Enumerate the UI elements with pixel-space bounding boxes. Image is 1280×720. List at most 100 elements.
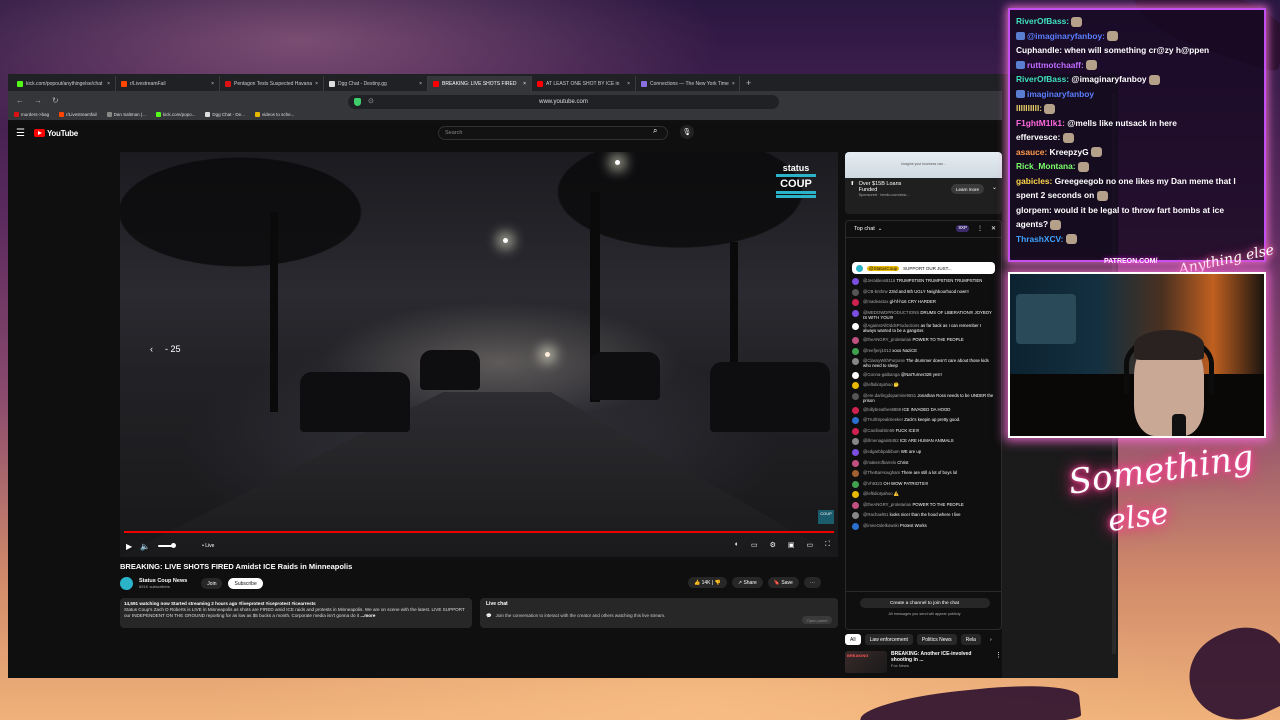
chat-message[interactable]: @illmenagain5452 ICE ARE HUMAN ANIMALS xyxy=(852,438,995,446)
address-bar[interactable]: ⊙ www.youtube.com xyxy=(348,95,779,109)
filter-chip[interactable]: All xyxy=(845,634,861,645)
user-avatar[interactable] xyxy=(852,309,859,317)
forward-icon[interactable]: → xyxy=(34,96,42,105)
chat-author[interactable]: @CardinalSin69 xyxy=(863,428,894,433)
settings-icon[interactable]: ⚙ xyxy=(770,541,776,549)
user-avatar[interactable] xyxy=(852,438,859,446)
user-avatar[interactable] xyxy=(852,459,859,467)
chat-message[interactable]: @Vh9323 OH WOW PATRIOTS!!! xyxy=(852,480,995,488)
lock-icon[interactable]: ⊙ xyxy=(368,97,374,105)
video-player[interactable]: status COUP COUP ‹ - 25 ▶ 🔈 • Live ◐ ▭ ⚙… xyxy=(120,152,838,557)
user-avatar[interactable] xyxy=(852,299,859,307)
close-tab-icon[interactable]: × xyxy=(107,81,110,87)
chat-message[interactable]: @makerofbarrels Christ xyxy=(852,459,995,467)
close-icon[interactable]: ✕ xyxy=(991,225,996,232)
user-avatar[interactable] xyxy=(852,523,859,531)
user-avatar[interactable] xyxy=(852,512,859,520)
user-avatar[interactable] xyxy=(852,448,859,456)
chevron-down-icon[interactable]: ⌄ xyxy=(992,184,997,191)
browser-tab[interactable]: Dgg Chat - Destiny.gg × xyxy=(324,76,428,91)
chat-author[interactable]: @TruthSpeakSeeker xyxy=(863,417,903,422)
chat-message[interactable]: @TheBarHougham There are still a lot of … xyxy=(852,470,995,478)
browser-tab[interactable]: r/LivestreamFail × xyxy=(116,76,220,91)
subtitles-icon[interactable]: ▭ xyxy=(751,541,758,549)
chat-message[interactable]: @ere.darlingdopamine9551 Jonathan Ross n… xyxy=(852,392,995,403)
sponsored-ad[interactable]: Imagine your business can... ⬆ Over $15B… xyxy=(845,152,1002,214)
bookmark-item[interactable]: r/Livestreamfail xyxy=(59,112,97,117)
user-avatar[interactable] xyxy=(852,336,859,344)
user-avatar[interactable] xyxy=(852,382,859,390)
chat-message[interactable]: @CardinalSin69 FUCK ICE!!! xyxy=(852,427,995,435)
chat-message[interactable]: @leftidiotyahoo 🤔 xyxy=(852,382,995,390)
bookmark-item[interactable]: Dgg Chat - De... xyxy=(205,112,245,117)
chevron-down-icon[interactable]: ⌄ xyxy=(878,226,883,232)
chat-message[interactable]: @leftidiotyahoo ⚠️ xyxy=(852,491,995,499)
browser-tab[interactable]: BREAKING: LIVE SHOTS FIRED × xyxy=(428,76,532,91)
user-avatar[interactable] xyxy=(852,358,859,366)
points-badge[interactable]: 9XP xyxy=(956,225,969,232)
user-avatar[interactable] xyxy=(852,392,859,400)
join-button[interactable]: Join xyxy=(201,578,223,589)
channel-avatar[interactable] xyxy=(120,577,133,590)
chat-message[interactable]: @CB-bnthrw 23rd and 6th UGLY Neighboorho… xyxy=(852,288,995,296)
user-avatar[interactable] xyxy=(852,501,859,509)
bookmark-item[interactable]: kick.com/popo... xyxy=(155,112,195,117)
miniplayer-icon[interactable]: ▣ xyxy=(788,541,795,549)
top-chat-dropdown[interactable]: Top chat xyxy=(854,226,875,232)
chat-author[interactable]: @RachaelB1 xyxy=(863,512,888,517)
save-button[interactable]: 🔖 Save xyxy=(767,577,799,588)
create-channel-button[interactable]: Create a channel to join the chat xyxy=(859,598,990,608)
chat-author[interactable]: @reefjenj1013 xyxy=(863,348,891,353)
chat-message[interactable]: @theANGRY_proletarian POWER TO THE PEOPL… xyxy=(852,336,995,344)
thumbs-down-icon[interactable]: 👎 xyxy=(715,580,721,586)
new-tab-button[interactable]: + xyxy=(746,78,751,88)
share-button[interactable]: ↗ Share xyxy=(731,577,763,588)
more-options-icon[interactable]: ⋮ xyxy=(995,651,1002,675)
live-indicator[interactable]: • Live xyxy=(202,543,214,549)
user-avatar[interactable] xyxy=(852,371,859,379)
fullscreen-icon[interactable]: ⛶ xyxy=(825,541,830,549)
menu-icon[interactable]: ☰ xyxy=(16,128,25,139)
volume-slider[interactable] xyxy=(158,543,177,548)
chat-author[interactable]: @madeastox xyxy=(863,299,888,304)
chat-message[interactable]: @AgainstAllOddsProductions as far back a… xyxy=(852,323,995,333)
bookmark-item[interactable]: murders->bag xyxy=(14,112,49,117)
play-icon[interactable]: ▶ xyxy=(126,542,132,551)
chat-author[interactable]: @TheBarHougham xyxy=(863,470,900,475)
youtube-logo[interactable]: YouTube xyxy=(33,129,78,138)
chat-message[interactable]: @reefjenj1013 xoxo NaziCE xyxy=(852,347,995,355)
search-input[interactable]: Search xyxy=(438,126,668,140)
chat-author[interactable]: @edgarbbpabibum xyxy=(863,449,900,454)
pinned-message[interactable]: @StatusCoup SUPPORT OUR JUST... xyxy=(852,262,995,274)
recommended-video[interactable]: BREAKING BREAKING: Another ICE-involved … xyxy=(845,651,1002,675)
chat-author[interactable]: @Jeraldeos8116 xyxy=(863,278,895,283)
chat-author[interactable]: @theANGRY_proletarian xyxy=(863,337,911,342)
user-avatar[interactable] xyxy=(852,347,859,355)
volume-icon[interactable]: 🔈 xyxy=(140,542,150,551)
chat-message[interactable]: @ClassyWithPurpose The drummer doesn't c… xyxy=(852,358,995,368)
user-avatar[interactable] xyxy=(852,470,859,478)
subscribe-button[interactable]: Subscribe xyxy=(228,578,263,589)
chat-message[interactable]: @edgarbbpabibum WE are up xyxy=(852,448,995,456)
chat-message[interactable]: @Jeraldeos8116 TRUMPSTIEN TRUMPSTIEN TRU… xyxy=(852,278,995,285)
user-avatar[interactable] xyxy=(852,288,859,296)
shield-icon[interactable] xyxy=(354,98,361,106)
chat-message[interactable]: @MEDOWDPRODUCTIONS DRUMS OF LIBERATION!!… xyxy=(852,309,995,320)
chat-message[interactable]: @RachaelB1 looks nicer than the hood whe… xyxy=(852,512,995,520)
chat-author[interactable]: @billybreathes8888 xyxy=(863,407,901,412)
more-actions-icon[interactable]: ⋯ xyxy=(803,577,821,588)
user-avatar[interactable] xyxy=(852,417,859,425)
filter-chip[interactable]: Rela xyxy=(960,634,981,645)
autoplay-toggle-icon[interactable]: ◐ xyxy=(735,541,739,549)
chat-author[interactable]: @imneOdelkowski xyxy=(863,523,899,528)
description-box[interactable]: 14,591 watching now Started streaming 2 … xyxy=(120,598,472,628)
browser-tab[interactable]: kick.com/popout/anythingelse/chat × xyxy=(12,76,116,91)
chat-author[interactable]: @leftidiotyahoo xyxy=(863,491,893,496)
more-options-icon[interactable]: ⋮ xyxy=(977,225,983,232)
close-tab-icon[interactable]: × xyxy=(627,81,630,87)
chat-author[interactable]: @Vh9323 xyxy=(863,481,882,486)
open-panel-button[interactable]: Open panel xyxy=(802,616,832,624)
theater-icon[interactable]: ▭ xyxy=(806,541,813,549)
browser-tab[interactable]: Connections — The New York Time × xyxy=(636,76,740,91)
chat-author[interactable]: @illmenagain5452 xyxy=(863,438,899,443)
